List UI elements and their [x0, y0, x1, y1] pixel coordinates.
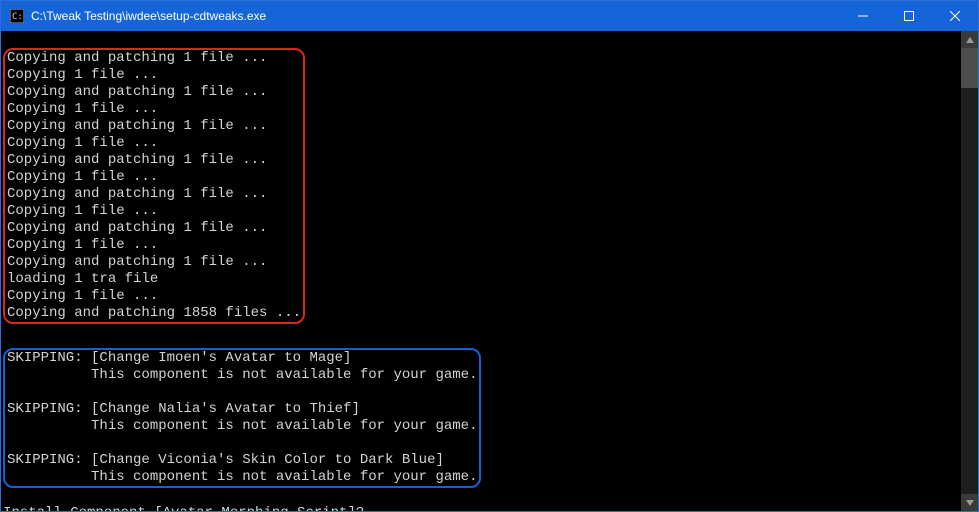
- maximize-button[interactable]: [886, 1, 932, 31]
- svg-text:C:: C:: [12, 12, 23, 22]
- annotation-red-box: Copying and patching 1 file ... Copying …: [3, 48, 305, 324]
- copy-patch-log: Copying and patching 1 file ... Copying …: [7, 50, 301, 321]
- window-controls: [840, 1, 978, 31]
- close-button[interactable]: [932, 1, 978, 31]
- app-icon: C:: [9, 8, 25, 24]
- console-window: C: C:\Tweak Testing\iwdee\setup-cdtweaks…: [0, 0, 979, 512]
- console-output[interactable]: Copying and patching 1 file ... Copying …: [1, 31, 961, 511]
- scroll-down-button[interactable]: [961, 494, 978, 511]
- vertical-scrollbar[interactable]: [961, 31, 978, 511]
- scroll-up-button[interactable]: [961, 31, 978, 48]
- scrollbar-thumb[interactable]: [961, 48, 978, 88]
- install-prompt: Install Component [Avatar Morphing Scrip…: [3, 505, 364, 511]
- client-area: Copying and patching 1 file ... Copying …: [1, 31, 978, 511]
- titlebar[interactable]: C: C:\Tweak Testing\iwdee\setup-cdtweaks…: [1, 1, 978, 31]
- annotation-blue-box: SKIPPING: [Change Imoen's Avatar to Mage…: [3, 348, 481, 488]
- window-title: C:\Tweak Testing\iwdee\setup-cdtweaks.ex…: [31, 9, 840, 23]
- scrollbar-track[interactable]: [961, 48, 978, 494]
- minimize-button[interactable]: [840, 1, 886, 31]
- skipping-log: SKIPPING: [Change Imoen's Avatar to Mage…: [7, 350, 477, 485]
